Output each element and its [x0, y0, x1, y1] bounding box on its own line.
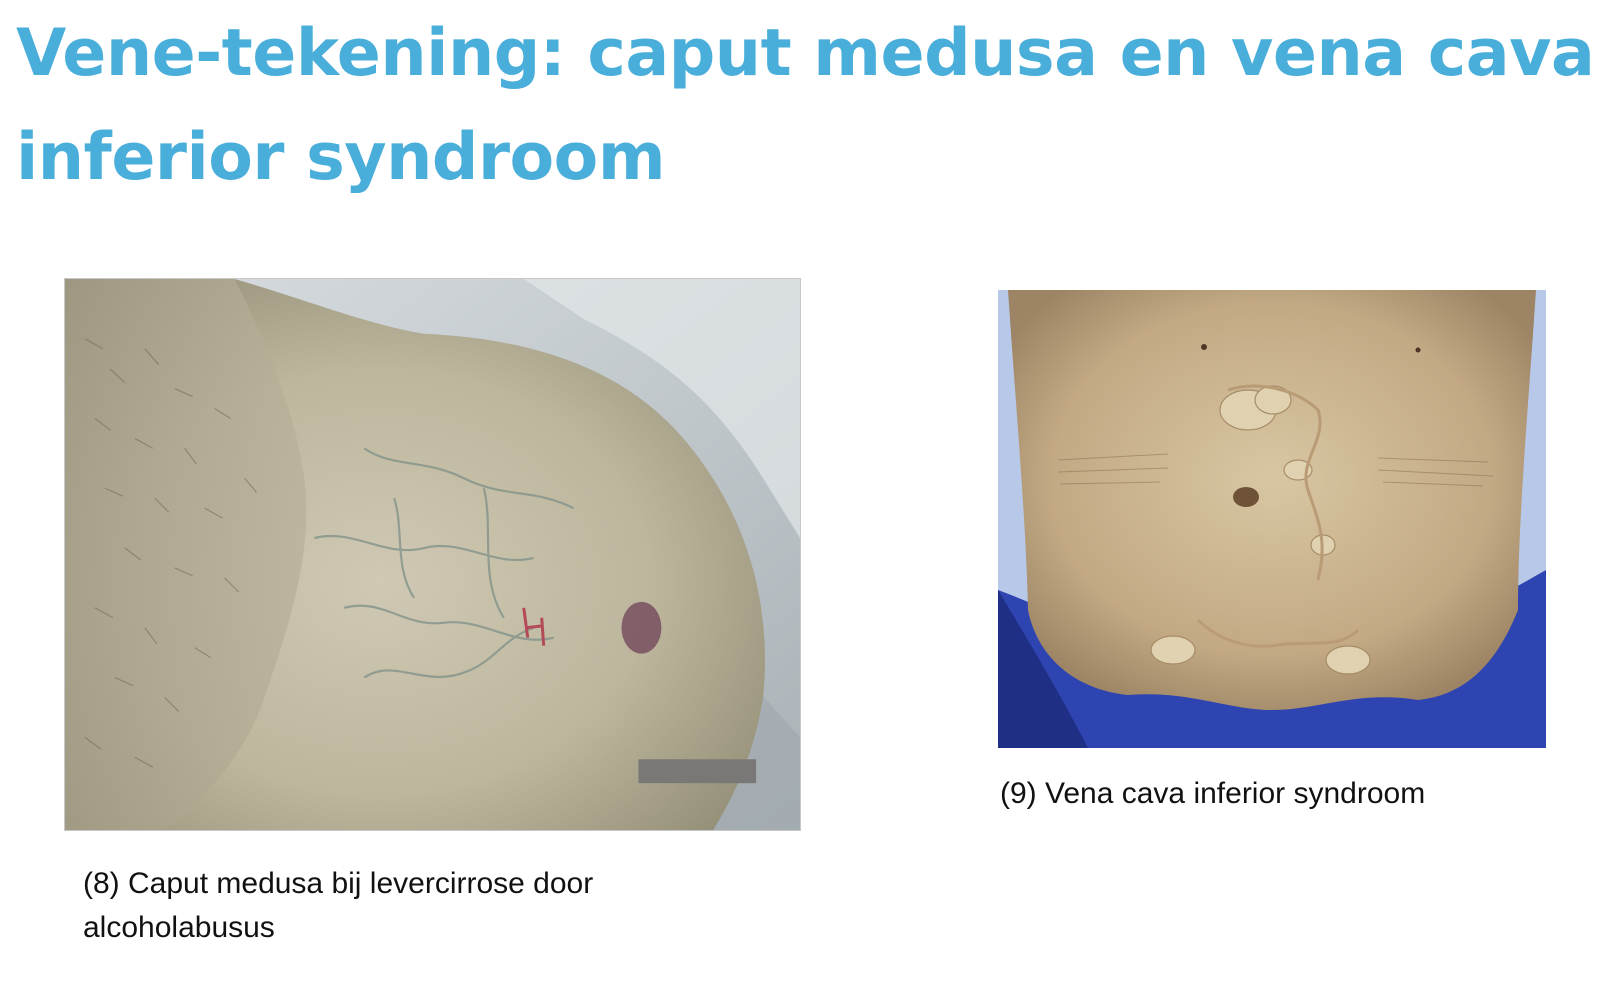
slide-title: Vene-tekening: caput medusa en vena cava… [16, 16, 1595, 195]
figure-8-caption: (8) Caput medusa bij levercirrose door a… [83, 867, 594, 944]
caput-medusa-photo [64, 278, 801, 831]
vena-cava-inferior-photo [998, 290, 1546, 748]
figure-9-caption: (9) Vena cava inferior syndroom [1000, 777, 1426, 810]
